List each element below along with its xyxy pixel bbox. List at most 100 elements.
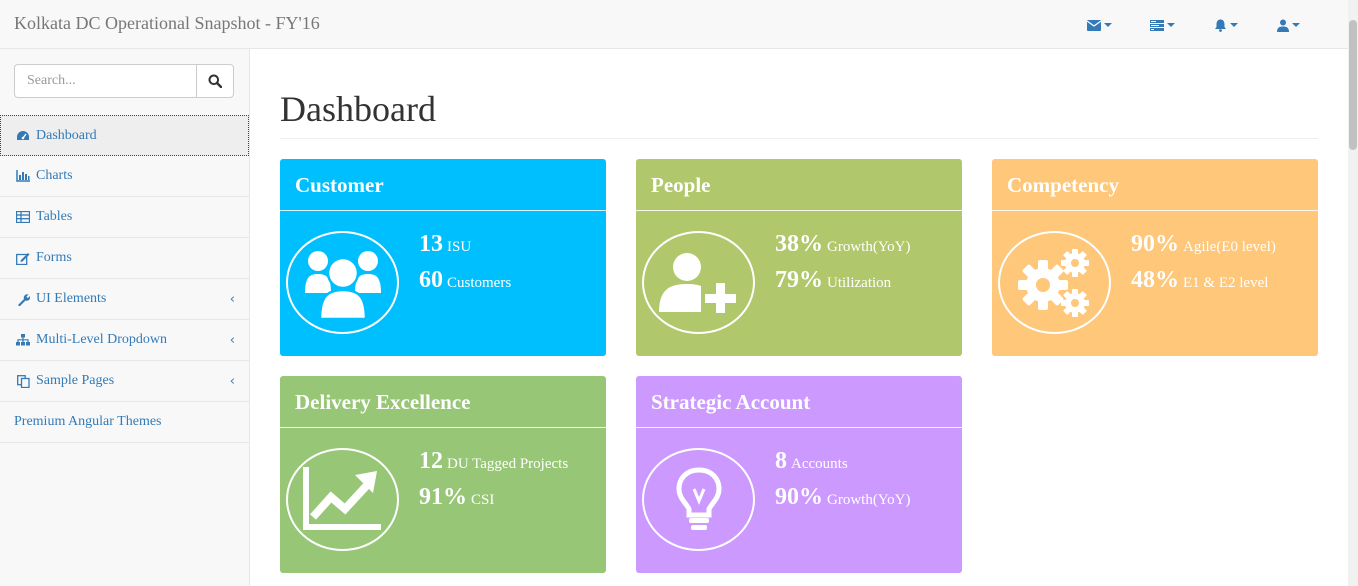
alerts-dropdown[interactable] <box>1194 15 1257 35</box>
panel-icon-circle <box>998 231 1111 334</box>
sidebar-item-sample-pages[interactable]: Sample Pages ‹ <box>0 361 249 402</box>
sidebar: Dashboard Charts Tables Forms UI Element… <box>0 49 250 586</box>
search-button[interactable] <box>196 64 234 98</box>
stat-label: ISU <box>447 239 472 255</box>
chevron-left-icon: ‹ <box>229 292 235 307</box>
stat-value: 91% <box>419 484 467 510</box>
user-dropdown[interactable] <box>1257 15 1320 35</box>
messages-dropdown[interactable] <box>1068 15 1131 35</box>
panel-people: People 38% Growth(YoY) 79% Utilization <box>636 159 962 356</box>
search-input[interactable] <box>14 64 196 98</box>
user-plus-icon <box>658 252 739 314</box>
sidebar-item-dashboard[interactable]: Dashboard <box>0 115 249 156</box>
scrollbar[interactable] <box>1348 0 1358 586</box>
stat-value: 48% <box>1131 267 1179 293</box>
panel-title: Competency <box>992 159 1318 211</box>
sidebar-item-multi-level-dropdown[interactable]: Multi-Level Dropdown ‹ <box>0 320 249 361</box>
stat-row: 90% Growth(YoY) <box>775 484 910 520</box>
sidebar-nav: Dashboard Charts Tables Forms UI Element… <box>0 115 249 443</box>
stat-value: 38% <box>775 231 823 257</box>
panel-strategic-account: Strategic Account 8 Accounts 90% Growth(Yo… <box>636 376 962 573</box>
stat-label: Customers <box>447 275 512 291</box>
stat-value: 79% <box>775 267 823 293</box>
stat-value: 60 <box>419 267 443 293</box>
stat-label: Utilization <box>827 275 892 291</box>
stat-label: Growth(YoY) <box>827 239 911 255</box>
bar-chart-icon <box>16 169 30 183</box>
stat-value: 90% <box>1131 231 1179 257</box>
stat-row: 79% Utilization <box>775 267 910 303</box>
user-icon <box>1277 19 1289 32</box>
stat-label: Accounts <box>791 456 848 472</box>
divider <box>280 138 1318 139</box>
sidebar-item-label: Charts <box>36 168 73 183</box>
stat-row: 48% E1 & E2 level <box>1131 267 1276 303</box>
sidebar-item-ui-elements[interactable]: UI Elements ‹ <box>0 279 249 320</box>
panel-title: Strategic Account <box>636 376 962 428</box>
panel-customer: Customer 13 ISU 60 Customers <box>280 159 606 356</box>
stat-row: 38% Growth(YoY) <box>775 231 910 267</box>
stat-row: 91% CSI <box>419 484 568 520</box>
sidebar-item-label: Dashboard <box>36 127 97 143</box>
wrench-icon <box>16 292 30 306</box>
chevron-left-icon: ‹ <box>229 333 235 348</box>
tasks-icon <box>1150 19 1164 31</box>
panel-icon-circle <box>642 231 755 334</box>
panel-icon-circle <box>286 448 399 551</box>
sidebar-item-label: Sample Pages <box>36 373 115 388</box>
panel-stats: 90% Agile(E0 level) 48% E1 & E2 level <box>1131 231 1276 303</box>
sidebar-item-tables[interactable]: Tables <box>0 197 249 238</box>
chevron-down-icon <box>1229 23 1238 27</box>
panel-stats: 38% Growth(YoY) 79% Utilization <box>775 231 910 303</box>
stat-label: CSI <box>471 492 495 508</box>
stat-label: DU Tagged Projects <box>447 456 569 472</box>
panel-icon-circle <box>642 448 755 551</box>
dashboard-icon <box>16 129 30 143</box>
stat-value: 12 <box>419 448 443 474</box>
app-brand[interactable]: Kolkata DC Operational Snapshot - FY'16 <box>14 13 320 34</box>
chevron-left-icon: ‹ <box>229 374 235 389</box>
table-icon <box>16 210 30 224</box>
sidebar-item-charts[interactable]: Charts <box>0 156 249 197</box>
top-icon-bar <box>1068 15 1320 35</box>
stat-row: 13 ISU <box>419 231 511 267</box>
stat-row: 12 DU Tagged Projects <box>419 448 568 484</box>
sidebar-item-forms[interactable]: Forms <box>0 238 249 279</box>
sidebar-item-label: Multi-Level Dropdown <box>36 332 168 347</box>
chevron-down-icon <box>1167 23 1175 27</box>
scrollbar-thumb[interactable] <box>1349 20 1357 150</box>
sidebar-item-label: Forms <box>36 250 72 265</box>
stat-row: 60 Customers <box>419 267 511 303</box>
envelope-icon <box>1087 19 1101 31</box>
stat-value: 13 <box>419 231 443 257</box>
panel-title: People <box>636 159 962 211</box>
stat-label: Growth(YoY) <box>827 492 911 508</box>
sitemap-icon <box>16 333 30 347</box>
gears-icon <box>1017 248 1089 317</box>
users-icon <box>304 250 381 319</box>
chevron-down-icon <box>1292 23 1300 27</box>
sidebar-item-premium-angular-themes[interactable]: Premium Angular Themes <box>0 402 249 443</box>
lightbulb-icon <box>675 466 722 530</box>
files-icon <box>16 374 30 388</box>
stat-row: 8 Accounts <box>775 448 910 484</box>
panel-competency: Competency 90% Agile(E0 level) 48% E1 & … <box>992 159 1318 356</box>
line-chart-icon <box>302 466 381 530</box>
panel-stats: 8 Accounts 90% Growth(YoY) <box>775 448 910 520</box>
panel-stats: 12 DU Tagged Projects 91% CSI <box>419 448 568 520</box>
sidebar-item-label: Premium Angular Themes <box>14 414 162 429</box>
stat-value: 8 <box>775 448 787 474</box>
tasks-dropdown[interactable] <box>1131 15 1194 35</box>
panel-delivery-excellence: Delivery Excellence 12 DU Tagged Projects… <box>280 376 606 573</box>
stat-label: Agile(E0 level) <box>1183 239 1276 255</box>
panel-title: Customer <box>280 159 606 211</box>
stat-value: 90% <box>775 484 823 510</box>
panel-icon-circle <box>286 231 399 334</box>
top-navbar: Kolkata DC Operational Snapshot - FY'16 <box>0 0 1348 49</box>
sidebar-search <box>14 64 234 98</box>
edit-icon <box>16 251 30 265</box>
search-icon <box>208 74 222 88</box>
bell-icon <box>1214 19 1226 32</box>
panel-title: Delivery Excellence <box>280 376 606 428</box>
sidebar-item-label: Tables <box>36 209 73 224</box>
